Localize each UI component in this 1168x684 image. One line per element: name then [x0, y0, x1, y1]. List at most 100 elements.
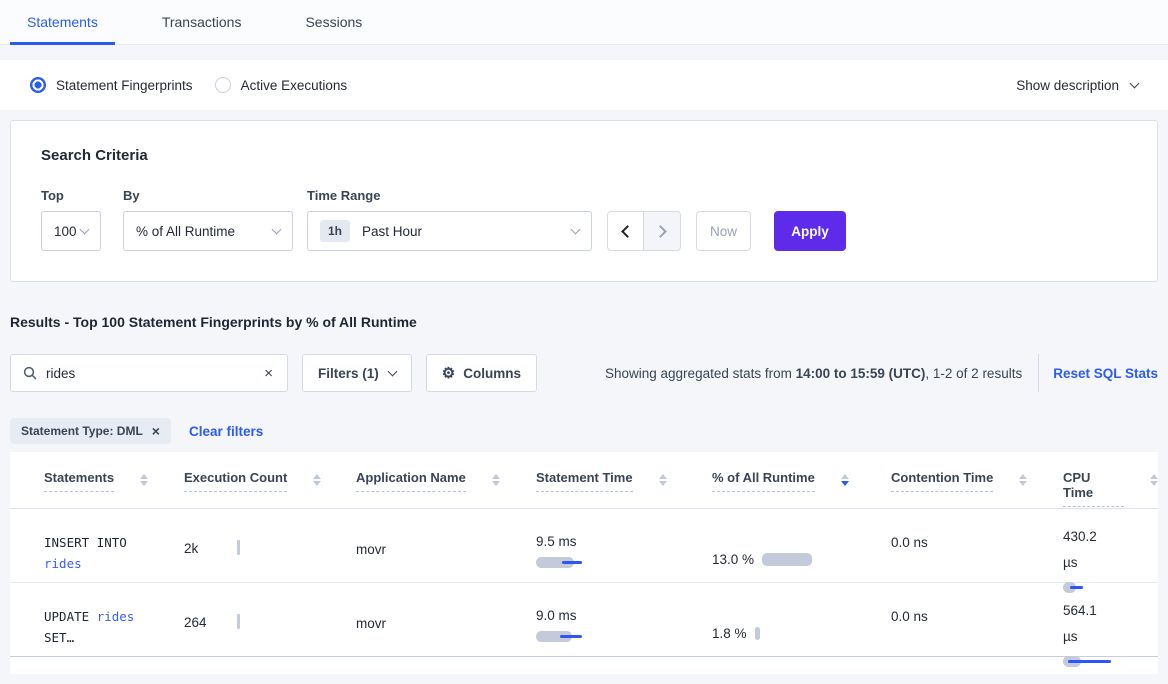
statement-time-bar-chart [536, 630, 712, 643]
tab-statements[interactable]: Statements [10, 0, 115, 44]
filters-button[interactable]: Filters (1) [302, 354, 412, 392]
tab-transactions[interactable]: Transactions [145, 0, 259, 44]
statement-text: INSERT INTO [44, 535, 127, 550]
statement-text: SET… [44, 630, 74, 645]
sort-asc-icon [841, 474, 849, 479]
results-toolbar: × Filters (1) ⚙ Columns Showing aggregat… [10, 354, 1158, 392]
execution-count-value: 2k [184, 541, 198, 556]
statement-time-cell: 9.5 ms [536, 524, 712, 594]
by-label: By [123, 188, 293, 203]
filter-pill-statement-type[interactable]: Statement Type: DML × [10, 418, 171, 444]
statement-time-bar-chart [536, 556, 712, 569]
time-range-badge: 1h [320, 220, 350, 242]
execution-count-cell: 2k [184, 524, 356, 594]
time-range-select[interactable]: 1h Past Hour [307, 211, 592, 251]
filters-button-label: Filters (1) [318, 366, 379, 381]
chevron-left-icon [621, 225, 634, 238]
column-header-label: Execution Count [184, 470, 287, 492]
sort-desc-icon [140, 481, 148, 486]
next-time-window-button[interactable] [644, 211, 681, 251]
column-header-application-name[interactable]: Application Name [356, 470, 536, 508]
statement-fingerprint-link[interactable]: rides [44, 556, 82, 571]
statement-time-cell: 9.0 ms [536, 598, 712, 668]
clear-filters-link[interactable]: Clear filters [189, 424, 263, 439]
statement-time-value: 9.5 ms [536, 534, 577, 549]
statement-text: UPDATE [44, 609, 97, 624]
apply-button[interactable]: Apply [774, 211, 846, 251]
radio-label: Active Executions [241, 78, 348, 93]
previous-time-window-button[interactable] [607, 211, 644, 251]
search-criteria-title: Search Criteria [41, 147, 1127, 164]
stddev-line [1070, 586, 1083, 589]
column-header-label: Contention Time [891, 470, 993, 492]
table-row[interactable]: INSERT INTOrides2kmovr9.5 ms13.0 %0.0 ns… [10, 509, 1158, 583]
pct-runtime-value: 1.8 % [712, 620, 747, 647]
radio-unselected-icon [215, 77, 231, 93]
radio-active-executions[interactable]: Active Executions [215, 77, 348, 93]
table-row[interactable]: UPDATE ridesSET…264movr9.0 ms1.8 %0.0 ns… [10, 583, 1158, 657]
pct-runtime-value: 13.0 % [712, 546, 754, 573]
contention-time-cell: 0.0 ns [891, 524, 1063, 594]
filter-pill-label: Statement Type: DML [21, 424, 143, 438]
cpu-time-value: 564.1 µs [1063, 598, 1113, 651]
reset-sql-stats-link[interactable]: Reset SQL Stats [1053, 366, 1158, 381]
chevron-down-icon [387, 367, 397, 377]
chevron-down-icon [80, 225, 90, 235]
radio-selected-icon [30, 77, 46, 93]
sort-icons [140, 470, 148, 486]
column-header-statement-time[interactable]: Statement Time [536, 470, 712, 508]
show-description-toggle[interactable]: Show description [1016, 78, 1138, 93]
column-header-statements[interactable]: Statements [44, 470, 184, 508]
gear-icon: ⚙ [442, 364, 455, 382]
contention-time-cell: 0.0 ns [891, 598, 1063, 668]
cpu-time-bar-chart [1063, 655, 1153, 668]
column-header-label: Statements [44, 470, 114, 492]
search-box[interactable]: × [10, 354, 288, 392]
results-heading: Results - Top 100 Statement Fingerprints… [10, 314, 1158, 330]
sort-asc-icon [140, 474, 148, 479]
by-select[interactable]: % of All Runtime [123, 211, 293, 251]
tab-sessions[interactable]: Sessions [288, 0, 379, 44]
stddev-line [562, 561, 582, 564]
cpu-time-bar-chart [1063, 581, 1153, 594]
top-label: Top [41, 188, 101, 203]
sort-desc-icon [841, 481, 849, 486]
columns-button[interactable]: ⚙ Columns [426, 354, 537, 392]
pct-runtime-bar [755, 627, 760, 640]
stddev-line [1068, 660, 1111, 663]
by-select-value: % of All Runtime [136, 224, 235, 239]
top-tab-bar: Statements Transactions Sessions [0, 0, 1168, 45]
sort-asc-icon [659, 474, 667, 479]
chevron-down-icon [1130, 79, 1140, 89]
search-icon [23, 366, 37, 380]
radio-statement-fingerprints[interactable]: Statement Fingerprints [30, 77, 193, 93]
search-input[interactable] [46, 366, 262, 381]
clear-search-icon[interactable]: × [262, 365, 275, 382]
sort-asc-icon [313, 474, 321, 479]
sort-icons [1019, 470, 1027, 486]
top-select-value: 100 [54, 224, 77, 239]
column-header-cpu-time[interactable]: CPU Time [1063, 470, 1158, 508]
execution-count-value: 264 [184, 615, 207, 630]
now-button[interactable]: Now [696, 211, 751, 251]
execution-count-cell: 264 [184, 598, 356, 668]
sort-icons [1150, 470, 1158, 486]
table-header-row: Statements Execution Count Application Nam… [10, 452, 1158, 509]
sort-icons [313, 470, 321, 486]
column-header-execution-count[interactable]: Execution Count [184, 470, 356, 508]
column-header-contention-time[interactable]: Contention Time [891, 470, 1063, 508]
columns-button-label: Columns [463, 366, 521, 381]
statement-time-value: 9.0 ms [536, 608, 577, 623]
pct-runtime-cell: 1.8 % [712, 598, 891, 668]
sort-desc-icon [659, 481, 667, 486]
top-select[interactable]: 100 [41, 211, 101, 251]
chevron-down-icon [272, 225, 282, 235]
sort-icons [492, 470, 500, 486]
remove-filter-icon[interactable]: × [152, 423, 160, 439]
vertical-divider [1038, 354, 1039, 392]
time-window-arrows [607, 211, 681, 251]
execution-count-bar [237, 614, 240, 629]
time-range-value: Past Hour [362, 224, 422, 239]
statement-fingerprint-link[interactable]: rides [97, 609, 135, 624]
column-header--of-all-runtime[interactable]: % of All Runtime [712, 470, 891, 508]
